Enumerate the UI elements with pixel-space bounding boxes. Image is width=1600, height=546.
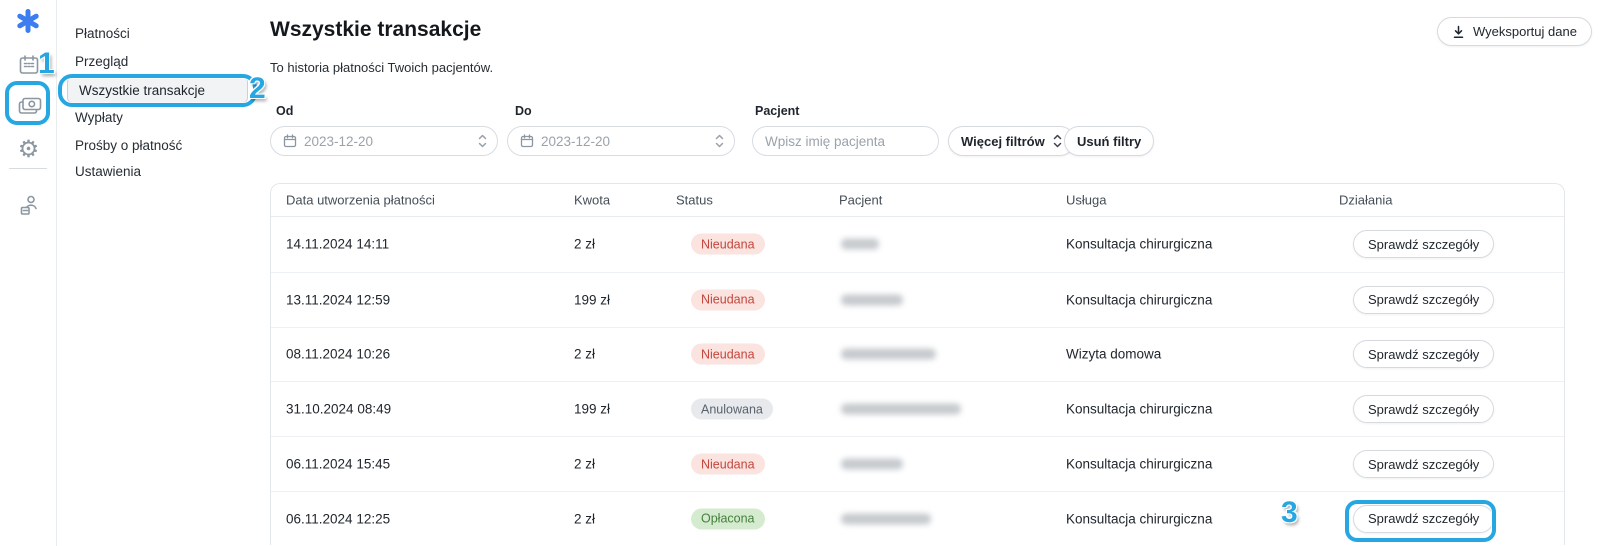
payment-amount: 2 zł <box>574 457 595 472</box>
table-row: 06.11.2024 15:45 2 zł Nieudana Konsultac… <box>271 436 1564 491</box>
page-subtitle: To historia płatności Twoich pacjentów. <box>270 60 493 75</box>
check-details-button[interactable]: Sprawdź szczegóły <box>1353 505 1494 533</box>
app-logo-icon[interactable] <box>12 5 44 37</box>
column-header-patient: Pacjent <box>839 193 882 208</box>
payment-amount: 2 zł <box>574 237 595 252</box>
payments-nav-icon[interactable] <box>16 92 43 119</box>
table-row: 14.11.2024 14:11 2 zł Nieudana Konsultac… <box>271 217 1564 272</box>
payment-amount: 2 zł <box>574 511 595 526</box>
table-row: 13.11.2024 12:59 199 zł Nieudana Konsult… <box>271 272 1564 327</box>
patient-name-blurred <box>841 294 903 305</box>
menu-item-wyplaty[interactable]: Wypłaty <box>75 110 123 125</box>
status-badge: Nieudana <box>691 234 765 255</box>
column-header-amount: Kwota <box>574 193 610 208</box>
filter-from-label: Od <box>276 104 293 118</box>
rail-divider <box>9 168 47 169</box>
patient-search-input-wrap[interactable] <box>752 126 939 156</box>
check-details-button[interactable]: Sprawdź szczegóły <box>1353 286 1494 314</box>
status-badge: Anulowana <box>691 399 773 420</box>
patient-name-blurred <box>841 349 936 360</box>
menu-item-przeglad[interactable]: Przegląd <box>75 54 128 69</box>
payment-date: 08.11.2024 10:26 <box>286 347 390 362</box>
transactions-table: Data utworzenia płatności Kwota Status P… <box>270 183 1565 545</box>
table-header-row: Data utworzenia płatności Kwota Status P… <box>271 184 1564 217</box>
payment-amount: 199 zł <box>574 292 610 307</box>
check-details-button[interactable]: Sprawdź szczegóły <box>1353 450 1494 478</box>
service-name: Konsultacja chirurgiczna <box>1066 511 1212 526</box>
filter-to-label: Do <box>515 104 532 118</box>
payments-transactions-page: ⚙ 1 Płatności Przegląd Wszystkie transak… <box>0 0 1600 546</box>
calendar-icon <box>520 134 534 148</box>
table-row: 06.11.2024 12:25 2 zł Opłacona Konsultac… <box>271 491 1564 545</box>
payment-amount: 2 zł <box>574 347 595 362</box>
calendar-icon <box>283 134 297 148</box>
annotation-step-2: 2 <box>249 72 266 106</box>
payment-date: 06.11.2024 15:45 <box>286 457 390 472</box>
check-details-button[interactable]: Sprawdź szczegóły <box>1353 230 1494 258</box>
patient-search-input[interactable] <box>765 134 928 149</box>
date-from-input[interactable] <box>270 126 498 156</box>
patient-name-blurred <box>841 459 903 470</box>
patient-name-blurred <box>841 513 931 524</box>
icon-rail: ⚙ 1 <box>0 0 57 546</box>
service-name: Konsultacja chirurgiczna <box>1066 457 1212 472</box>
more-filters-button[interactable]: Więcej filtrów <box>948 126 1075 156</box>
menu-item-ustawienia[interactable]: Ustawienia <box>75 164 141 179</box>
table-row: 31.10.2024 08:49 199 zł Anulowana Konsul… <box>271 381 1564 436</box>
patient-name-blurred <box>841 404 961 415</box>
export-data-button[interactable]: Wyeksportuj dane <box>1437 17 1592 46</box>
menu-item-wszystkie-transakcje-active[interactable]: Wszystkie transakcje <box>67 77 248 103</box>
menu-item-platnosci[interactable]: Płatności <box>75 26 130 41</box>
date-to-value[interactable] <box>541 134 708 149</box>
stepper-updown-icon[interactable] <box>715 133 724 149</box>
table-row: 08.11.2024 10:26 2 zł Nieudana Wizyta do… <box>271 327 1564 382</box>
date-from-value[interactable] <box>304 134 471 149</box>
menu-item-prosby-o-platnosc[interactable]: Prośby o płatność <box>75 138 182 153</box>
page-title: Wszystkie transakcje <box>270 18 481 42</box>
check-details-button[interactable]: Sprawdź szczegóły <box>1353 340 1494 368</box>
service-name: Wizyta domowa <box>1066 347 1161 362</box>
status-badge: Opłacona <box>691 508 765 529</box>
status-badge: Nieudana <box>691 344 765 365</box>
filter-patient-label: Pacjent <box>755 104 799 118</box>
payment-date: 06.11.2024 12:25 <box>286 511 390 526</box>
service-name: Konsultacja chirurgiczna <box>1066 292 1212 307</box>
account-nav-icon[interactable] <box>15 191 42 218</box>
service-name: Konsultacja chirurgiczna <box>1066 402 1212 417</box>
column-header-service: Usługa <box>1066 193 1106 208</box>
settings-gear-icon[interactable]: ⚙ <box>15 136 42 163</box>
chevron-updown-icon <box>1053 133 1062 149</box>
column-header-date: Data utworzenia płatności <box>286 193 435 208</box>
payment-date: 14.11.2024 14:11 <box>286 237 389 252</box>
annotation-step-1: 1 <box>38 47 55 81</box>
column-header-status: Status <box>676 193 713 208</box>
annotation-step-3: 3 <box>1281 496 1298 530</box>
column-header-actions: Działania <box>1339 193 1392 208</box>
download-icon <box>1452 25 1465 39</box>
check-details-button[interactable]: Sprawdź szczegóły <box>1353 395 1494 423</box>
stepper-updown-icon[interactable] <box>478 133 487 149</box>
payment-amount: 199 zł <box>574 402 610 417</box>
date-to-input[interactable] <box>507 126 735 156</box>
status-badge: Nieudana <box>691 454 765 475</box>
patient-name-blurred <box>841 239 879 250</box>
payment-date: 31.10.2024 08:49 <box>286 402 391 417</box>
clear-filters-button[interactable]: Usuń filtry <box>1064 126 1154 156</box>
status-badge: Nieudana <box>691 289 765 310</box>
payment-date: 13.11.2024 12:59 <box>286 292 390 307</box>
service-name: Konsultacja chirurgiczna <box>1066 237 1212 252</box>
